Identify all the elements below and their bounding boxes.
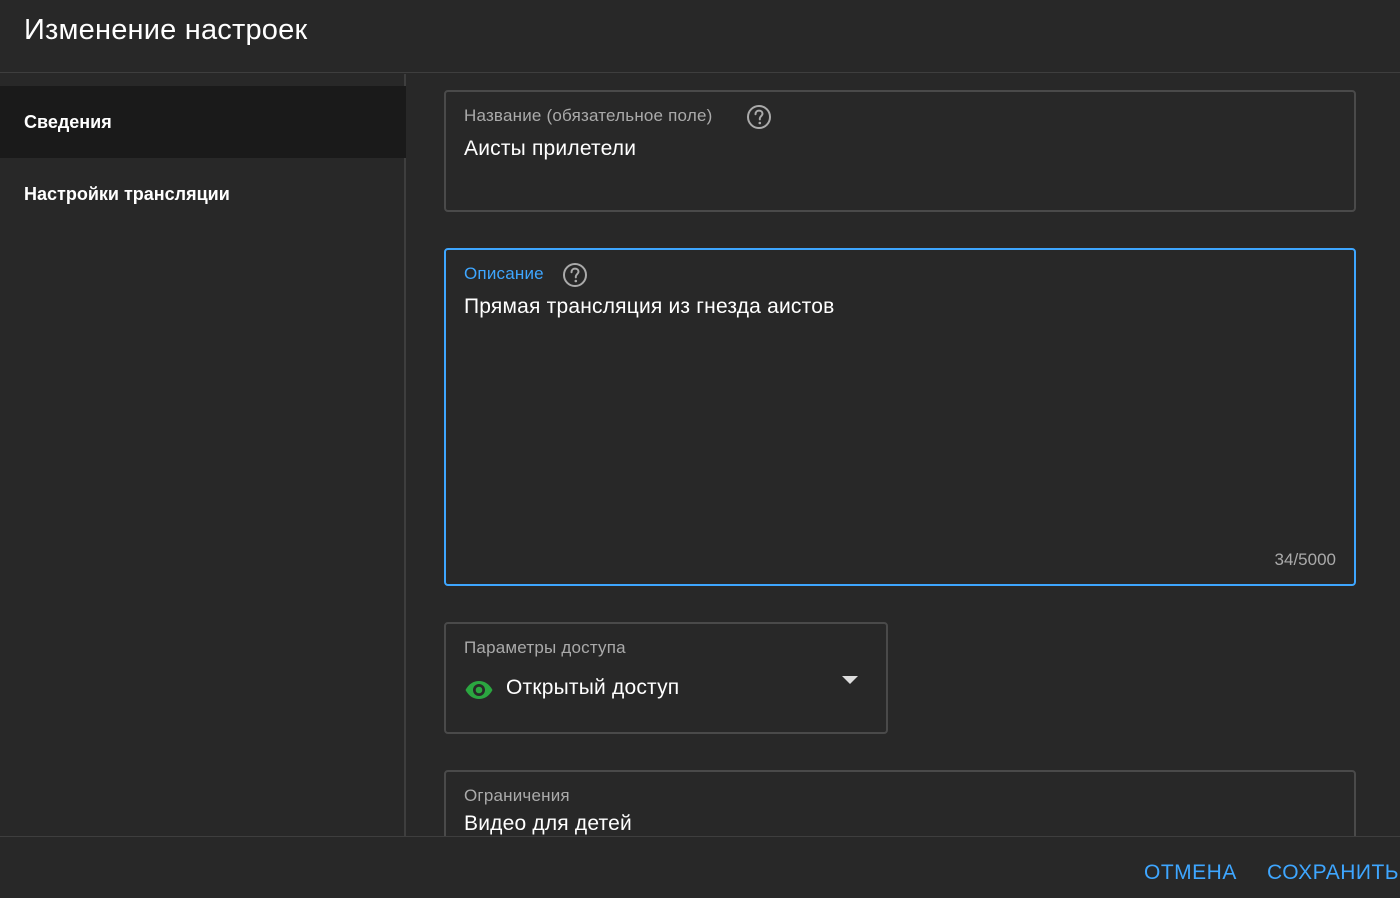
chevron-down-icon[interactable] [842, 676, 858, 684]
cancel-button[interactable]: ОТМЕНА [1144, 861, 1237, 885]
restrictions-field-label: Ограничения [464, 786, 570, 805]
sidebar: Сведения Настройки трансляции [0, 74, 406, 836]
dialog-title: Изменение настроек [24, 14, 308, 46]
description-char-counter: 34/5000 [1274, 550, 1336, 569]
restrictions-field[interactable]: Ограничения Видео для детей [444, 770, 1356, 836]
help-icon[interactable] [746, 104, 772, 130]
save-button[interactable]: СОХРАНИТЬ [1267, 861, 1399, 885]
visibility-select-label: Параметры доступа [464, 638, 626, 657]
sidebar-item-stream-settings[interactable]: Настройки трансляции [0, 158, 406, 230]
sidebar-item-label: Сведения [24, 111, 112, 132]
description-field-value: Прямая трансляция из гнезда аистов [464, 295, 835, 318]
title-field[interactable]: Название (обязательное поле) Аисты приле… [444, 90, 1356, 212]
restrictions-field-value: Видео для детей [464, 812, 632, 835]
title-field-label: Название (обязательное поле) [464, 106, 713, 125]
eye-icon [464, 679, 494, 701]
dialog-header: Изменение настроек [0, 0, 1400, 73]
title-field-value: Аисты прилетели [464, 137, 637, 160]
dialog-footer: ОТМЕНА СОХРАНИТЬ [0, 836, 1400, 898]
description-field[interactable]: Описание Прямая трансляция из гнезда аис… [444, 248, 1356, 586]
sidebar-item-details[interactable]: Сведения [0, 86, 406, 158]
description-field-label: Описание [464, 264, 544, 283]
visibility-select-value: Открытый доступ [506, 676, 680, 699]
help-icon[interactable] [562, 262, 588, 288]
main-content: Название (обязательное поле) Аисты приле… [408, 74, 1400, 836]
visibility-select[interactable]: Параметры доступа Открытый доступ [444, 622, 888, 734]
sidebar-item-label: Настройки трансляции [24, 183, 230, 204]
